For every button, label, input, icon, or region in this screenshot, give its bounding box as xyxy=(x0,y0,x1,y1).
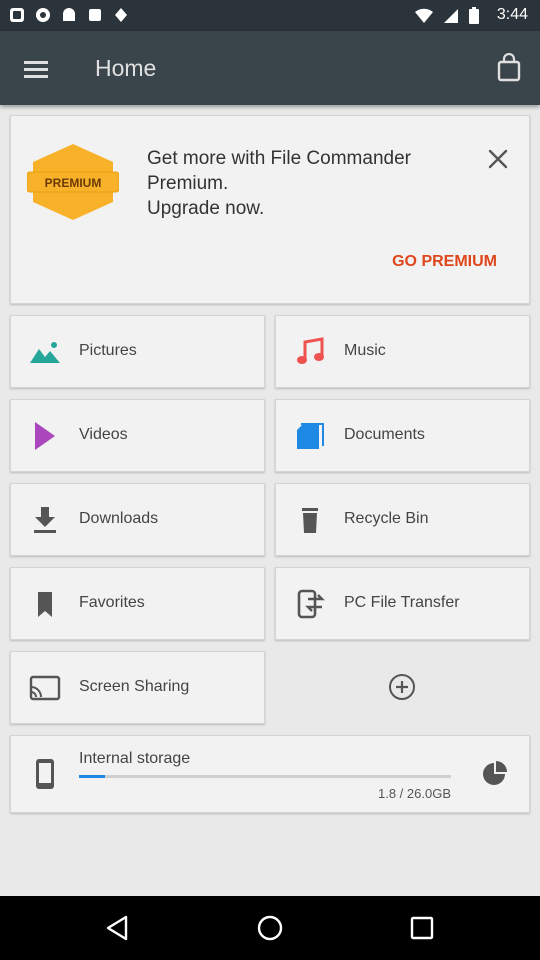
close-icon[interactable] xyxy=(487,148,509,170)
tile-favorites[interactable]: Favorites xyxy=(10,567,265,640)
tile-label: Pictures xyxy=(79,342,137,359)
app-notification-icon xyxy=(10,8,24,22)
wifi-icon xyxy=(415,8,433,23)
promo-message: Get more with File Commander Premium. Up… xyxy=(147,146,457,221)
signal-icon xyxy=(444,9,458,23)
back-icon[interactable] xyxy=(104,914,132,942)
app-notification-icon xyxy=(89,9,101,21)
tile-pictures[interactable]: Pictures xyxy=(10,315,265,388)
tile-videos[interactable]: Videos xyxy=(10,399,265,472)
promo-line: Premium. xyxy=(147,173,229,194)
pictures-icon xyxy=(30,342,60,363)
status-bar: 3:44 xyxy=(0,0,540,31)
tile-label: PC File Transfer xyxy=(344,594,460,611)
storage-progress-bar xyxy=(79,775,451,778)
music-note-icon xyxy=(297,337,324,364)
tile-label: Documents xyxy=(344,426,425,443)
notification-icons xyxy=(8,6,130,24)
promo-line: Get more with File Commander xyxy=(147,148,411,169)
tile-documents[interactable]: Documents xyxy=(275,399,530,472)
tile-recycle-bin[interactable]: Recycle Bin xyxy=(275,483,530,556)
internal-storage-card[interactable]: Internal storage 1.8 / 26.0GB xyxy=(10,735,530,813)
app-notification-icon xyxy=(36,8,50,22)
premium-badge-text: PREMIUM xyxy=(45,176,102,190)
tile-label: Downloads xyxy=(79,510,159,527)
add-circle-icon[interactable] xyxy=(388,673,416,701)
system-navigation-bar xyxy=(0,896,540,960)
tile-label: Screen Sharing xyxy=(79,678,190,695)
play-icon xyxy=(35,422,55,450)
tile-music[interactable]: Music xyxy=(275,315,530,388)
recents-icon[interactable] xyxy=(408,914,436,942)
storage-analyzer-pie-icon[interactable] xyxy=(481,760,509,788)
pc-transfer-icon xyxy=(297,589,325,619)
system-icons xyxy=(414,7,480,25)
app-bar: Home xyxy=(0,31,540,105)
premium-promo-card: PREMIUM Get more with File Commander Pre… xyxy=(10,115,530,304)
tile-label: Videos xyxy=(79,426,128,443)
tile-downloads[interactable]: Downloads xyxy=(10,483,265,556)
phone-icon xyxy=(36,759,54,789)
hamburger-menu-icon[interactable] xyxy=(20,55,52,83)
shopping-bag-icon[interactable] xyxy=(496,53,522,83)
battery-icon xyxy=(469,7,479,24)
app-notification-icon xyxy=(63,8,75,21)
tile-label: Recycle Bin xyxy=(344,510,429,527)
promo-line: Upgrade now. xyxy=(147,198,265,219)
app-notification-icon xyxy=(115,8,127,22)
storage-size: 1.8 / 26.0GB xyxy=(378,786,451,801)
home-icon[interactable] xyxy=(256,914,284,942)
tile-screen-sharing[interactable]: Screen Sharing xyxy=(10,651,265,724)
bookmark-icon xyxy=(38,592,52,617)
clock: 3:44 xyxy=(496,6,528,23)
documents-icon xyxy=(297,423,324,449)
page-title: Home xyxy=(95,55,157,81)
storage-name: Internal storage xyxy=(79,750,191,767)
tile-label: Music xyxy=(344,342,386,359)
go-premium-button[interactable]: GO PREMIUM xyxy=(392,253,497,271)
download-icon xyxy=(34,507,56,533)
tile-pc-file-transfer[interactable]: PC File Transfer xyxy=(275,567,530,640)
trash-icon xyxy=(302,508,318,533)
tile-label: Favorites xyxy=(79,594,145,611)
premium-badge-icon: PREMIUM xyxy=(27,144,119,220)
screen-cast-icon xyxy=(29,675,61,701)
storage-progress-fill xyxy=(79,775,105,778)
